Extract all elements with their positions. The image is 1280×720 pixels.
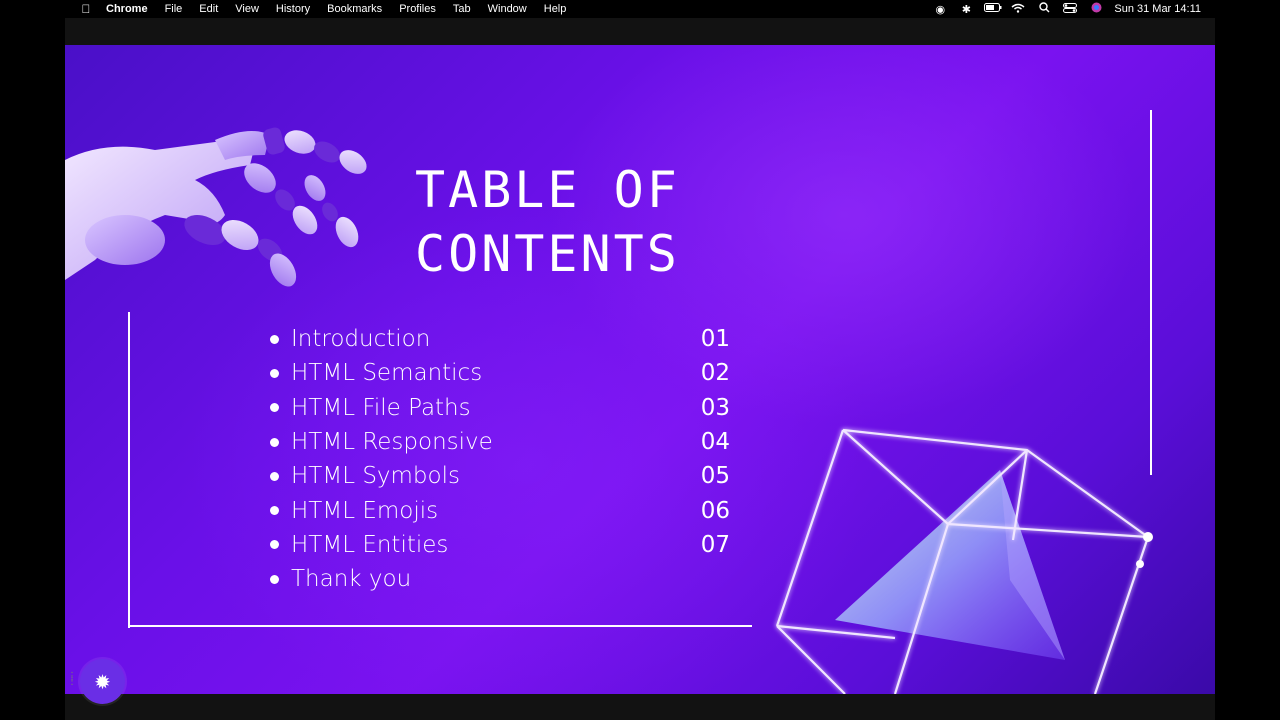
slide-title: TABLE OF CONTENTS xyxy=(415,158,680,286)
toc-item-label: HTML Responsive xyxy=(291,429,493,456)
toc-item: HTML Responsive 04 xyxy=(270,425,740,459)
menu-history[interactable]: History xyxy=(276,3,310,15)
toc-item-label: HTML Semantics xyxy=(291,360,483,387)
toc-item: Thank you xyxy=(270,562,740,596)
bullet-icon xyxy=(270,506,279,516)
toc-item: Introduction 01 xyxy=(270,322,740,356)
menu-help[interactable]: Help xyxy=(544,3,567,15)
control-center-icon[interactable] xyxy=(1062,2,1078,16)
browser-bottom-strip xyxy=(65,694,1215,720)
screen-record-icon[interactable]: ◉ xyxy=(932,3,948,16)
sparkle-icon: ✹ xyxy=(94,669,111,694)
toc-item-number: 05 xyxy=(700,463,730,490)
macos-menubar:  Chrome File Edit View History Bookmark… xyxy=(0,0,1280,18)
presentation-slide: TABLE OF CONTENTS Introduction 01 HTML S… xyxy=(65,45,1215,694)
slide-title-line1: TABLE OF xyxy=(415,161,680,219)
toc-item-number: 02 xyxy=(700,360,730,387)
toc-item-label: HTML Emojis xyxy=(291,497,439,524)
toc-item-number: 07 xyxy=(700,531,730,558)
menu-file[interactable]: File xyxy=(165,3,183,15)
menu-edit[interactable]: Edit xyxy=(199,3,218,15)
menu-tab[interactable]: Tab xyxy=(453,3,471,15)
drag-handle-icon[interactable]: ⋮ ⋮ xyxy=(67,672,77,688)
bullet-icon xyxy=(270,437,279,447)
toc-item-number: 01 xyxy=(700,326,730,353)
wifi-icon[interactable] xyxy=(1010,3,1026,16)
toc-item: HTML Semantics 02 xyxy=(270,356,740,390)
frame-line-left xyxy=(128,312,130,628)
table-of-contents-list: Introduction 01 HTML Semantics 02 HTML F… xyxy=(270,322,740,596)
toc-item: HTML Emojis 06 xyxy=(270,493,740,527)
battery-icon[interactable] xyxy=(984,3,1002,15)
toc-item: HTML File Paths 03 xyxy=(270,391,740,425)
bullet-icon xyxy=(270,368,279,378)
bullet-icon xyxy=(270,540,279,550)
frame-line-bottom xyxy=(128,625,752,627)
bullet-icon xyxy=(270,471,279,481)
slide-title-line2: CONTENTS xyxy=(415,225,680,283)
menu-window[interactable]: Window xyxy=(488,3,527,15)
menu-view[interactable]: View xyxy=(235,3,259,15)
bullet-icon xyxy=(270,403,279,413)
toc-item: HTML Symbols 05 xyxy=(270,459,740,493)
spotlight-search-icon[interactable] xyxy=(1036,2,1052,16)
menu-bookmarks[interactable]: Bookmarks xyxy=(327,3,382,15)
toc-item-label: HTML File Paths xyxy=(291,394,471,421)
apple-logo-icon[interactable]:  xyxy=(79,2,93,16)
toc-item-label: HTML Symbols xyxy=(291,463,460,490)
browser-toolbar-strip xyxy=(65,18,1215,45)
toc-item-number: 04 xyxy=(700,429,730,456)
bullet-icon xyxy=(270,574,279,584)
status-tray: ◉ ✱ Sun 31 Mar 14:11 xyxy=(932,0,1201,18)
toc-item-label: HTML Entities xyxy=(291,531,449,558)
bullet-icon xyxy=(270,334,279,344)
toc-item-label: Introduction xyxy=(291,326,431,353)
toc-item-number: 06 xyxy=(700,497,730,524)
toc-item-number: 03 xyxy=(700,394,730,421)
bluetooth-icon[interactable]: ✱ xyxy=(958,3,974,16)
assistant-launcher-button[interactable]: ✹ xyxy=(80,659,125,704)
siri-icon[interactable] xyxy=(1088,2,1104,16)
wireframe-cube-illustration xyxy=(775,428,1153,694)
menu-profiles[interactable]: Profiles xyxy=(399,3,436,15)
menu-app-name[interactable]: Chrome xyxy=(106,3,148,15)
toc-item-label: Thank you xyxy=(291,566,412,593)
toc-item: HTML Entities 07 xyxy=(270,528,740,562)
menubar-clock[interactable]: Sun 31 Mar 14:11 xyxy=(1114,3,1201,15)
robot-hand-illustration xyxy=(65,127,367,287)
